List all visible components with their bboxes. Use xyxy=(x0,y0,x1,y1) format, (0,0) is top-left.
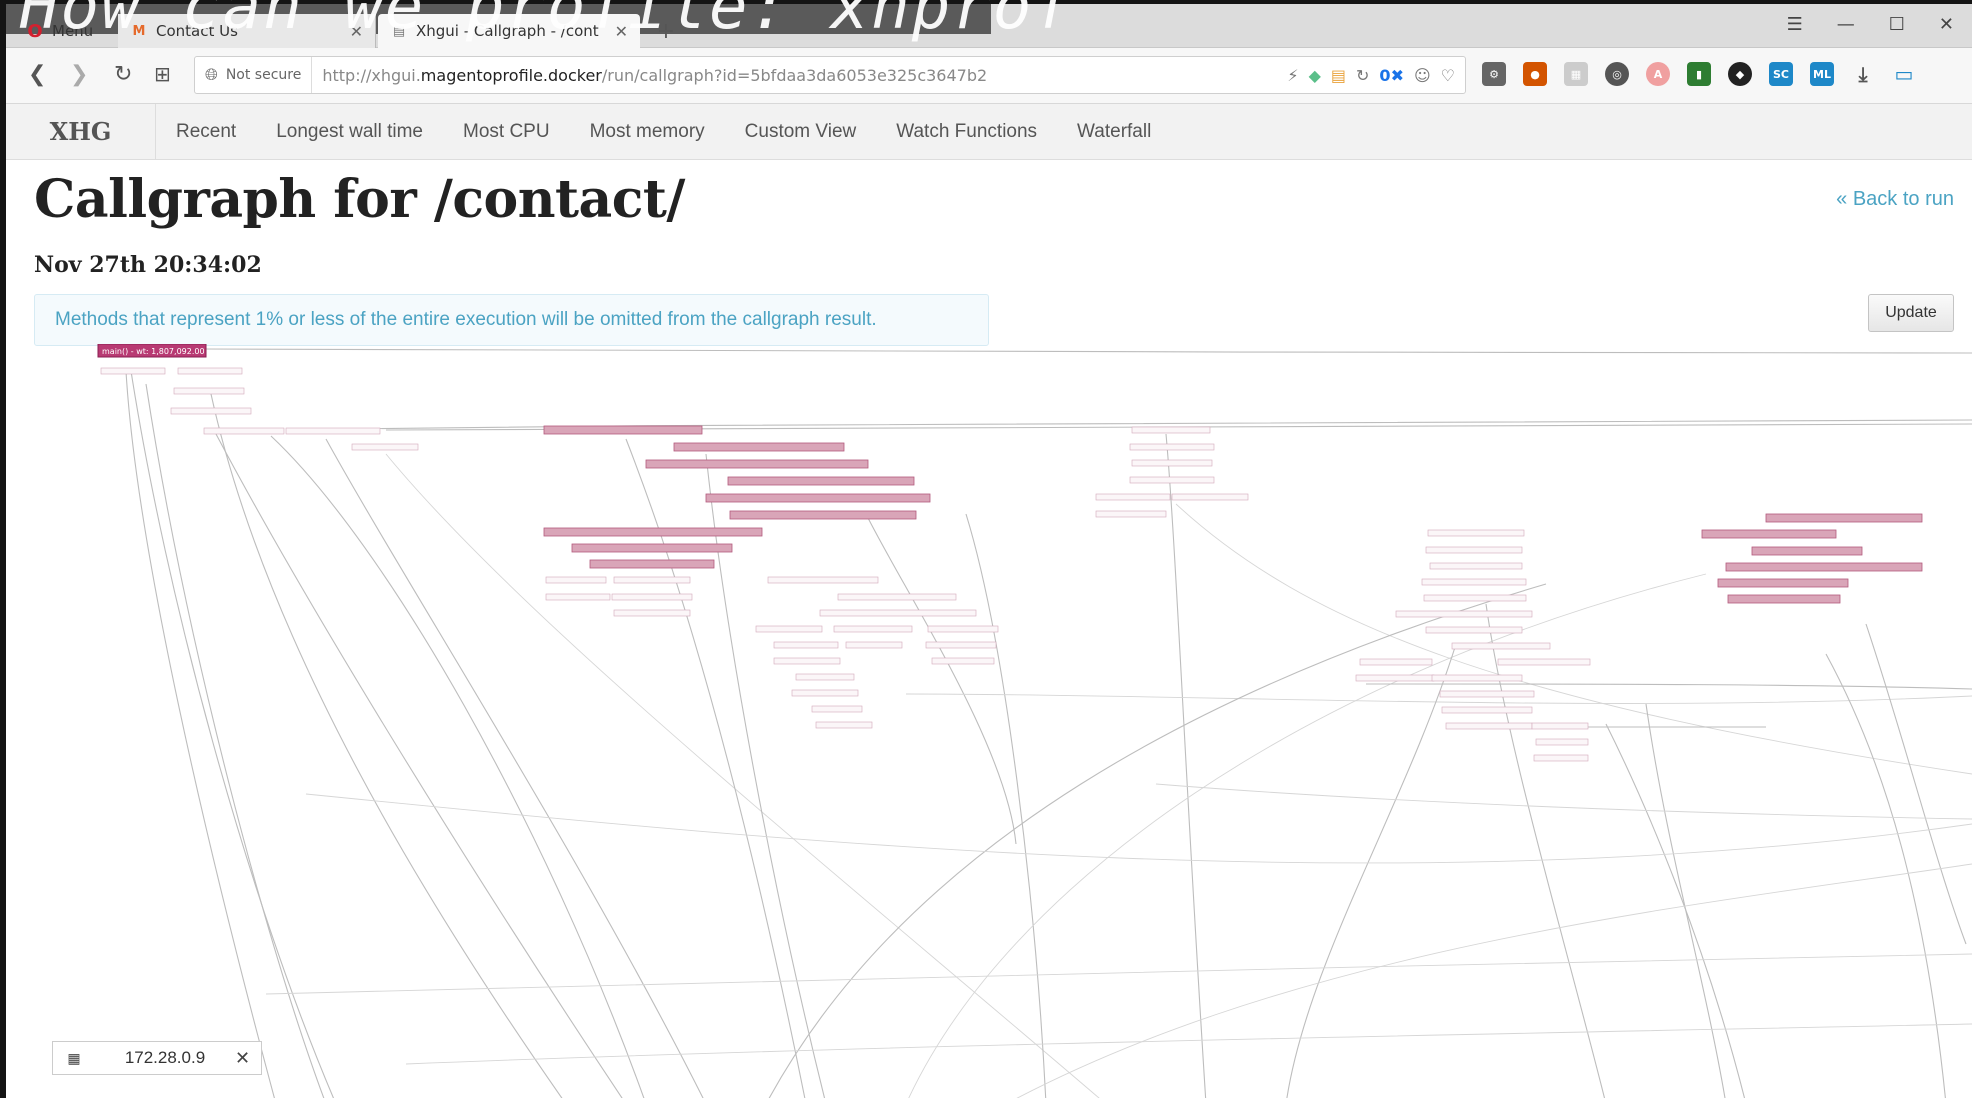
nav-most-memory[interactable]: Most memory xyxy=(570,104,725,160)
ip-address-chip: ▦ 172.28.0.9 ✕ xyxy=(52,1041,262,1075)
graph-edges xyxy=(125,348,1972,1098)
window-controls: ☰ — ☐ ✕ xyxy=(1787,14,1954,35)
angular-icon[interactable]: A xyxy=(1646,62,1670,86)
heart-icon[interactable]: ♡ xyxy=(1441,66,1455,85)
slide-frame: How can we profile: xhprof O Menu M Cont… xyxy=(0,0,1972,1098)
url-actions: ⚡︎ ◆ ▤ ↻ 0✖ ☺ ♡ xyxy=(1287,66,1465,85)
maximize-icon[interactable]: ☐ xyxy=(1889,14,1905,35)
nav-most-cpu[interactable]: Most CPU xyxy=(443,104,570,160)
chart-extension-icon[interactable]: ▮ xyxy=(1687,62,1711,86)
gear-icon[interactable]: ⚙ xyxy=(1482,62,1506,86)
battery-icon[interactable]: ▭ xyxy=(1892,62,1916,86)
ip-address: 172.28.0.9 xyxy=(124,1048,206,1067)
browser-window: O Menu M Contact Us ✕ ▤ Xhgui - Callgrap… xyxy=(6,4,1972,1098)
smiley-icon[interactable]: ☺ xyxy=(1414,66,1431,85)
graph-nodes: main() - wt: 1,807,092.00 xyxy=(97,343,1923,762)
network-icon: ▦ xyxy=(67,1049,81,1066)
callgraph-svg[interactable]: main() - wt: 1,807,092.00 xyxy=(6,343,1972,1098)
forward-icon[interactable]: ❯ xyxy=(70,62,88,87)
fire-icon[interactable]: ◆ xyxy=(1728,62,1752,86)
update-button[interactable]: Update xyxy=(1868,294,1954,332)
address-bar-row: ❮ ❯ ↻ ⊞ 🌐︎ Not secure http://xhgui.magen… xyxy=(6,48,1972,104)
security-label: Not secure xyxy=(225,67,302,83)
app-navbar: XHG Recent Longest wall time Most CPU Mo… xyxy=(6,103,1972,160)
tab-menu-icon[interactable]: ☰ xyxy=(1787,14,1803,35)
extensions-bar: ⚙ ● ▦ ◎ A ▮ ◆ SC ML ⤓ ▭ xyxy=(1482,62,1916,86)
cookie-icon[interactable]: ● xyxy=(1523,62,1547,86)
url-field[interactable]: 🌐︎ Not secure http://xhgui.magentoprofil… xyxy=(194,56,1466,94)
notice-text: Methods that represent 1% or less of the… xyxy=(55,309,877,330)
badge-count: 0 xyxy=(1379,65,1391,85)
globe-icon: 🌐︎ xyxy=(205,65,218,84)
url-prefix: http://xhgui. xyxy=(322,65,421,85)
nav-watch-functions[interactable]: Watch Functions xyxy=(876,104,1057,160)
slide-title: How can we profile: xhprof xyxy=(20,0,1074,44)
nav-waterfall[interactable]: Waterfall xyxy=(1057,104,1171,160)
back-to-run-link[interactable]: « Back to run xyxy=(1836,188,1954,211)
ml-extension-icon[interactable]: ML xyxy=(1810,62,1834,86)
sc-extension-icon[interactable]: SC xyxy=(1769,62,1793,86)
root-node-label: main() - wt: 1,807,092.00 xyxy=(102,347,205,356)
cube-icon[interactable]: ◆ xyxy=(1309,66,1321,85)
run-date: Nov 27th 20:34:02 xyxy=(34,252,262,278)
reload-icon[interactable]: ↻ xyxy=(114,62,132,87)
brand-logo[interactable]: XHG xyxy=(6,103,156,160)
speed-dial-icon[interactable]: ⊞ xyxy=(154,62,171,86)
download-icon[interactable]: ⤓ xyxy=(1851,62,1875,86)
close-icon[interactable]: ✕ xyxy=(235,1048,250,1069)
back-icon[interactable]: ❮ xyxy=(28,62,46,87)
callgraph-canvas[interactable]: main() - wt: 1,807,092.00 xyxy=(6,343,1972,1098)
aperture-icon[interactable]: ◎ xyxy=(1605,62,1629,86)
close-window-icon[interactable]: ✕ xyxy=(1939,14,1954,35)
nav-links: Recent Longest wall time Most CPU Most m… xyxy=(156,104,1171,160)
refresh-extension-icon[interactable]: ↻ xyxy=(1356,66,1369,85)
url-host: magentoprofile.docker xyxy=(420,65,602,85)
blocker-badge[interactable]: 0✖ xyxy=(1379,66,1404,85)
grid-extension-icon[interactable]: ▦ xyxy=(1564,62,1588,86)
page-title: Callgraph for /contact/ xyxy=(34,169,685,230)
url-text[interactable]: http://xhgui.magentoprofile.docker/run/c… xyxy=(312,66,987,85)
url-path: /run/callgraph?id=5bfdaa3da6053e325c3647… xyxy=(601,65,988,85)
notes-icon[interactable]: ▤ xyxy=(1331,66,1346,85)
lightning-icon[interactable]: ⚡︎ xyxy=(1287,66,1298,85)
nav-recent[interactable]: Recent xyxy=(156,104,256,160)
minimize-icon[interactable]: — xyxy=(1837,14,1855,35)
nav-custom-view[interactable]: Custom View xyxy=(725,104,877,160)
nav-longest-wall-time[interactable]: Longest wall time xyxy=(256,104,443,160)
security-indicator[interactable]: 🌐︎ Not secure xyxy=(195,57,313,93)
threshold-notice: Methods that represent 1% or less of the… xyxy=(34,294,989,346)
